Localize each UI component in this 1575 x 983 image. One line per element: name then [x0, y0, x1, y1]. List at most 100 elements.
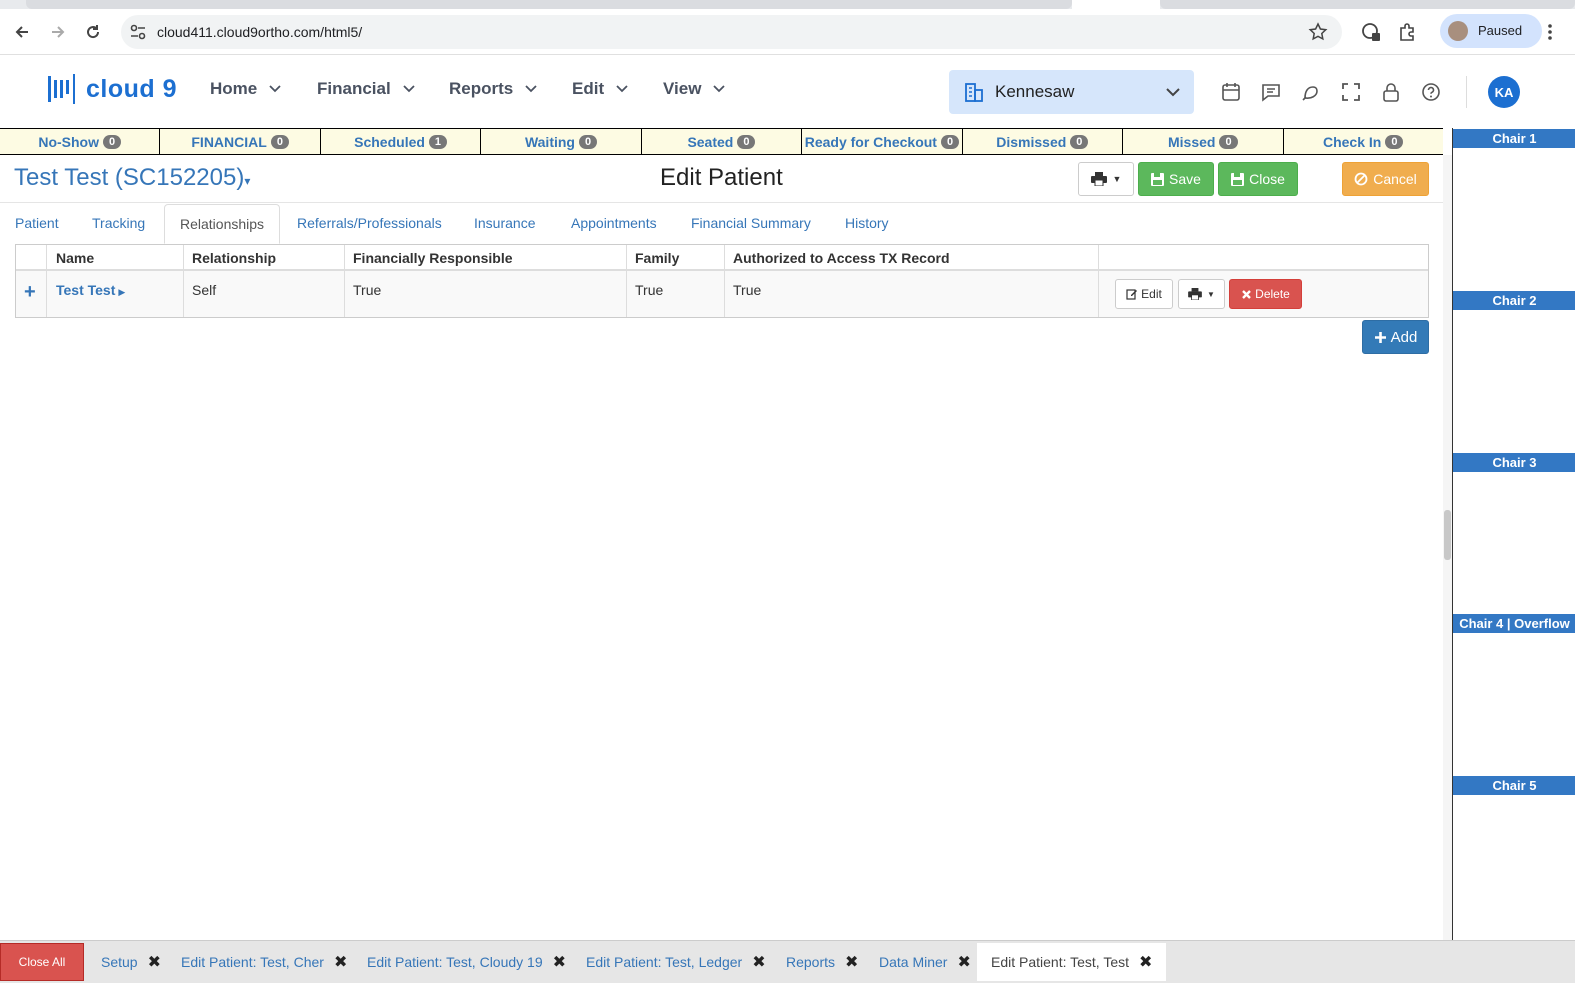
tab-patient[interactable]: Patient	[0, 204, 74, 244]
column-header-financially-responsible[interactable]: Financially Responsible	[353, 250, 513, 266]
close-tab-icon[interactable]: ✖	[148, 952, 161, 972]
close-tab-icon[interactable]: ✖	[553, 952, 566, 972]
save-button[interactable]: Save	[1138, 162, 1214, 196]
status-ready-for-checkout[interactable]: Ready for Checkout 0	[802, 129, 963, 154]
grid-divider	[1098, 245, 1099, 317]
close-tab-icon[interactable]: ✖	[1139, 952, 1152, 972]
caret-down-icon: ▼	[1207, 289, 1215, 299]
location-selector[interactable]: Kennesaw	[949, 70, 1194, 114]
status-count-badge: 0	[1219, 134, 1238, 149]
row-print-dropdown-button[interactable]: ▼	[1178, 279, 1225, 309]
tab-appointments[interactable]: Appointments	[556, 204, 672, 244]
status-count-badge: 0	[578, 134, 598, 149]
browser-tab-active[interactable]	[1072, 0, 1160, 9]
fullscreen-icon[interactable]	[1340, 81, 1362, 103]
window-tab-label: Setup	[101, 954, 138, 970]
add-relationship-button[interactable]: Add	[1362, 320, 1429, 354]
status-count-badge: 1	[428, 134, 448, 149]
browser-menu-icon[interactable]	[1540, 21, 1560, 43]
chair-header[interactable]: Chair 3	[1453, 453, 1575, 472]
status-financial[interactable]: FINANCIAL 0	[160, 129, 321, 154]
tab-relationships[interactable]: Relationships	[164, 204, 281, 244]
nav-home[interactable]: Home	[210, 79, 281, 99]
status-check-in[interactable]: Check In 0	[1284, 129, 1443, 154]
column-header-relationship[interactable]: Relationship	[192, 250, 276, 266]
close-tab-icon[interactable]: ✖	[957, 952, 970, 972]
reload-icon[interactable]	[81, 20, 105, 44]
nav-edit[interactable]: Edit	[572, 79, 628, 99]
bookmark-star-icon[interactable]	[1308, 22, 1328, 42]
column-header-name[interactable]: Name	[56, 250, 94, 266]
window-tab[interactable]: Edit Patient: Test, Ledger ✖	[586, 943, 766, 981]
extension-shield-icon[interactable]	[1360, 21, 1382, 43]
chair-header[interactable]: Chair 2	[1453, 291, 1575, 310]
close-tab-icon[interactable]: ✖	[845, 952, 858, 972]
expand-row-icon[interactable]: +	[24, 281, 36, 304]
column-header-authorized[interactable]: Authorized to Access TX Record	[733, 250, 950, 266]
help-icon[interactable]	[1420, 81, 1442, 103]
site-info-icon[interactable]	[129, 23, 147, 41]
edit-row-button[interactable]: Edit	[1115, 279, 1173, 309]
chevron-down-icon	[525, 85, 537, 93]
print-dropdown-button[interactable]: ▼	[1078, 162, 1134, 196]
tab-history[interactable]: History	[830, 204, 904, 244]
status-dismissed[interactable]: Dismissed 0	[963, 129, 1124, 154]
chair-header[interactable]: Chair 1	[1453, 129, 1575, 148]
lock-icon[interactable]	[1380, 81, 1402, 103]
column-header-family[interactable]: Family	[635, 250, 679, 266]
grid-divider	[344, 245, 345, 317]
nav-view[interactable]: View	[663, 79, 726, 99]
status-missed[interactable]: Missed 0	[1123, 129, 1284, 154]
window-tab-active[interactable]: Edit Patient: Test, Test ✖	[977, 943, 1167, 981]
window-tab[interactable]: Edit Patient: Test, Cloudy 19 ✖	[367, 943, 566, 981]
calendar-icon[interactable]	[1220, 81, 1242, 103]
cloud9-logo[interactable]: cloud 9	[46, 74, 177, 104]
notifications-icon[interactable]	[1300, 81, 1322, 103]
floppy-icon	[1231, 172, 1245, 186]
window-tab[interactable]: Edit Patient: Test, Cher ✖	[181, 943, 347, 981]
scrollbar-thumb[interactable]	[1444, 510, 1451, 560]
add-label: Add	[1390, 328, 1418, 346]
relation-name-link[interactable]: Test Test ▶	[56, 282, 125, 298]
status-no-show[interactable]: No-Show 0	[0, 129, 161, 154]
status-label: Seated	[687, 133, 734, 150]
address-bar[interactable]: cloud411.cloud9ortho.com/html5/	[121, 15, 1342, 49]
tab-financial-summary[interactable]: Financial Summary	[676, 204, 826, 244]
tab-tracking[interactable]: Tracking	[77, 204, 160, 244]
location-name: Kennesaw	[995, 82, 1075, 101]
logo-text: cloud 9	[86, 74, 178, 103]
family-cell: True	[635, 282, 664, 298]
browser-tab[interactable]	[26, 0, 1072, 9]
delete-row-button[interactable]: Delete	[1229, 279, 1302, 309]
close-all-button[interactable]: Close All	[0, 943, 84, 981]
main-scrollbar[interactable]	[1443, 155, 1452, 940]
chair-header[interactable]: Chair 4 | Overflow	[1453, 614, 1575, 633]
nav-reports[interactable]: Reports	[449, 79, 537, 99]
delete-label: Delete	[1255, 287, 1290, 301]
chair-header[interactable]: Chair 5	[1453, 776, 1575, 795]
message-icon[interactable]	[1260, 81, 1282, 103]
browser-tab[interactable]	[1160, 0, 1575, 9]
status-seated[interactable]: Seated 0	[642, 129, 803, 154]
cancel-button[interactable]: Cancel	[1342, 162, 1429, 196]
status-waiting[interactable]: Waiting 0	[481, 129, 642, 154]
close-tab-icon[interactable]: ✖	[334, 952, 347, 972]
forward-icon[interactable]	[46, 20, 70, 44]
table-row[interactable]: + Test Test ▶ Self True True True Edit ▼ …	[16, 271, 1428, 317]
profile-button[interactable]: Paused	[1440, 14, 1542, 48]
close-button[interactable]: Close	[1218, 162, 1298, 196]
window-tab[interactable]: Setup ✖	[101, 943, 161, 981]
extensions-puzzle-icon[interactable]	[1397, 21, 1419, 43]
patient-title[interactable]: Test Test (SC152205)▾	[14, 164, 250, 192]
tab-insurance[interactable]: Insurance	[459, 204, 550, 244]
window-tab[interactable]: Reports ✖	[786, 943, 858, 981]
close-tab-icon[interactable]: ✖	[752, 952, 765, 972]
nav-financial[interactable]: Financial	[317, 79, 415, 99]
back-icon[interactable]	[10, 20, 34, 44]
window-tab[interactable]: Data Miner ✖	[879, 943, 971, 981]
user-avatar[interactable]: KA	[1488, 76, 1520, 108]
status-scheduled[interactable]: Scheduled 1	[321, 129, 482, 154]
chevron-down-icon	[269, 85, 281, 93]
tab-referrals-professionals[interactable]: Referrals/Professionals	[282, 204, 457, 244]
authorized-cell: True	[733, 282, 762, 298]
